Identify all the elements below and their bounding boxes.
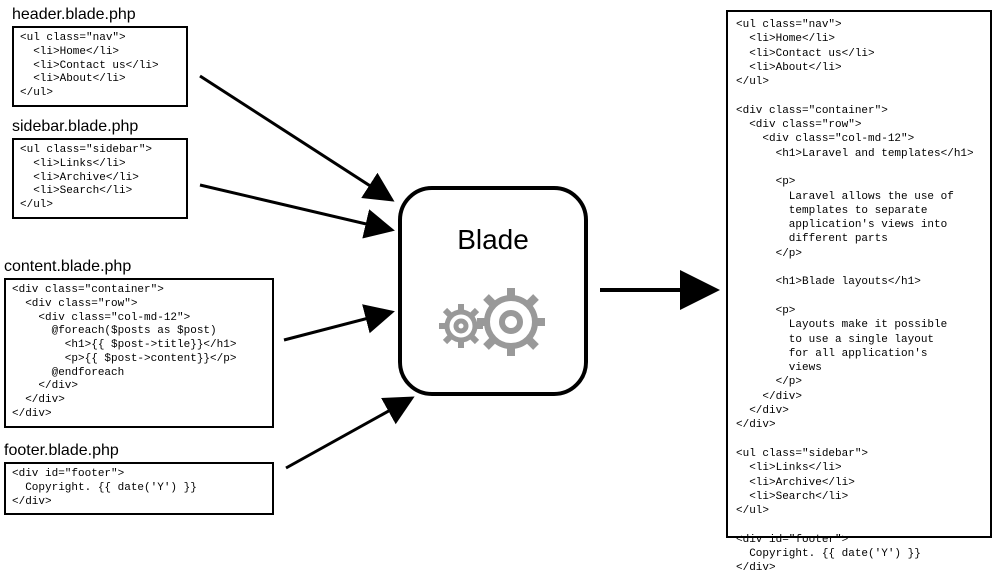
arrow-engine-to-output [0,0,1000,550]
